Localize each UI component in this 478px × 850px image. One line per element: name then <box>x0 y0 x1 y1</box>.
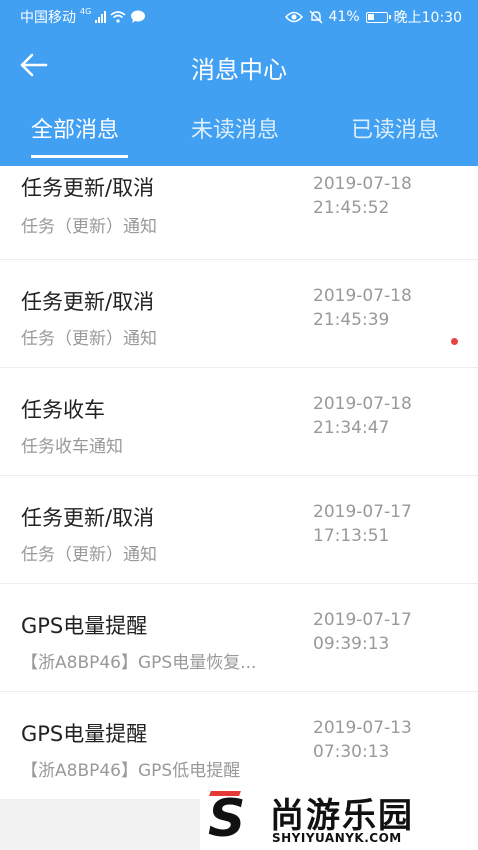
header: 中国移动 4G 41% 晚上10:30 消息中心 全部消息 未读消息 已读消息 <box>0 0 478 166</box>
watermark-brand-en: SHYIYUANYK.COM <box>272 831 402 845</box>
message-date-day: 2019-07-17 <box>313 610 412 630</box>
active-tab-indicator <box>31 155 128 158</box>
message-date: 2019-07-18 21:45:39 <box>313 284 412 332</box>
list-item[interactable]: GPS电量提醒 【浙A8BP46】GPS电量恢复... 2019-07-17 0… <box>0 584 478 692</box>
message-title: 任务更新/取消 <box>21 176 155 200</box>
carrier-label: 中国移动 <box>20 10 76 26</box>
message-date-time: 17:13:51 <box>313 526 390 546</box>
message-date: 2019-07-18 21:34:47 <box>313 392 412 440</box>
message-date: 2019-07-18 21:45:52 <box>313 172 412 220</box>
message-date: 2019-07-17 17:13:51 <box>313 500 412 548</box>
message-date-day: 2019-07-18 <box>313 286 412 306</box>
message-subtitle: 任务收车通知 <box>21 437 123 457</box>
watermark-s-letter: S <box>208 789 246 849</box>
page-title: 消息中心 <box>191 56 287 84</box>
network-label: 4G <box>80 7 92 16</box>
message-title: GPS电量提醒 <box>21 614 148 638</box>
status-bar: 中国移动 4G 41% 晚上10:30 <box>0 0 478 33</box>
message-title: 任务收车 <box>21 398 105 422</box>
message-subtitle: 任务（更新）通知 <box>21 217 157 237</box>
message-subtitle: 任务（更新）通知 <box>21 545 157 565</box>
message-date-day: 2019-07-17 <box>313 502 412 522</box>
message-date-time: 21:34:47 <box>313 418 390 438</box>
message-title: 任务更新/取消 <box>21 506 155 530</box>
tab-all-messages[interactable]: 全部消息 <box>31 112 119 144</box>
list-item[interactable]: 任务更新/取消 任务（更新）通知 2019-07-18 21:45:52 <box>0 166 478 260</box>
message-subtitle: 【浙A8BP46】GPS低电提醒 <box>21 761 241 781</box>
navbar: 消息中心 <box>0 33 478 97</box>
tab-unread-messages[interactable]: 未读消息 <box>191 112 279 144</box>
message-subtitle: 任务（更新）通知 <box>21 329 157 349</box>
message-date: 2019-07-17 09:39:13 <box>313 608 412 656</box>
eye-icon <box>284 11 303 23</box>
list-item[interactable]: 任务更新/取消 任务（更新）通知 2019-07-17 17:13:51 <box>0 476 478 584</box>
message-title: GPS电量提醒 <box>21 722 148 746</box>
battery-icon <box>365 11 391 23</box>
message-date-time: 21:45:52 <box>313 198 390 218</box>
watermark-brand-cn: 尚游乐园 <box>270 796 414 836</box>
mute-bell-icon <box>309 10 323 24</box>
watermark-logo: S 尚游乐园 SHYIYUANYK.COM <box>200 785 478 850</box>
battery-percent: 41% <box>328 9 360 25</box>
unread-dot <box>451 338 458 345</box>
tab-read-messages[interactable]: 已读消息 <box>351 112 439 144</box>
clock: 晚上10:30 <box>393 10 462 26</box>
message-subtitle: 【浙A8BP46】GPS电量恢复... <box>21 653 257 673</box>
signal-icon <box>95 11 107 23</box>
message-list[interactable]: 任务更新/取消 任务（更新）通知 2019-07-18 21:45:52 任务更… <box>0 166 478 800</box>
wifi-icon <box>110 11 126 23</box>
message-date-day: 2019-07-13 <box>313 718 412 738</box>
message-date-time: 09:39:13 <box>313 634 390 654</box>
message-date-day: 2019-07-18 <box>313 174 412 194</box>
list-item[interactable]: 任务收车 任务收车通知 2019-07-18 21:34:47 <box>0 368 478 476</box>
message-date-time: 07:30:13 <box>313 742 390 762</box>
list-item[interactable]: 任务更新/取消 任务（更新）通知 2019-07-18 21:45:39 <box>0 260 478 368</box>
message-date: 2019-07-13 07:30:13 <box>313 716 412 764</box>
message-date-day: 2019-07-18 <box>313 394 412 414</box>
message-date-time: 21:45:39 <box>313 310 390 330</box>
list-item[interactable]: GPS电量提醒 【浙A8BP46】GPS低电提醒 2019-07-13 07:3… <box>0 692 478 800</box>
message-title: 任务更新/取消 <box>21 290 155 314</box>
message-bubble-icon <box>131 10 146 23</box>
